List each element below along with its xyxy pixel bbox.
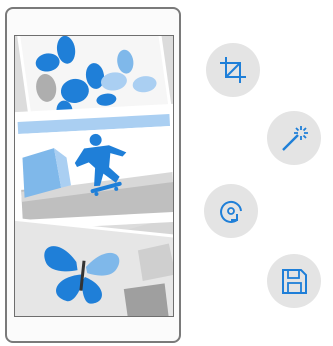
phone-frame [5,7,181,343]
photo-collage-illustration [15,36,173,316]
photo-canvas [14,35,174,317]
save-button[interactable] [267,254,321,308]
crop-icon [220,57,246,83]
rotate-icon [220,201,242,223]
save-floppy-icon [282,269,307,294]
crop-button[interactable] [206,43,260,97]
rotate-button[interactable] [204,184,258,238]
magic-wand-icon [282,126,308,151]
enhance-button[interactable] [267,111,321,165]
